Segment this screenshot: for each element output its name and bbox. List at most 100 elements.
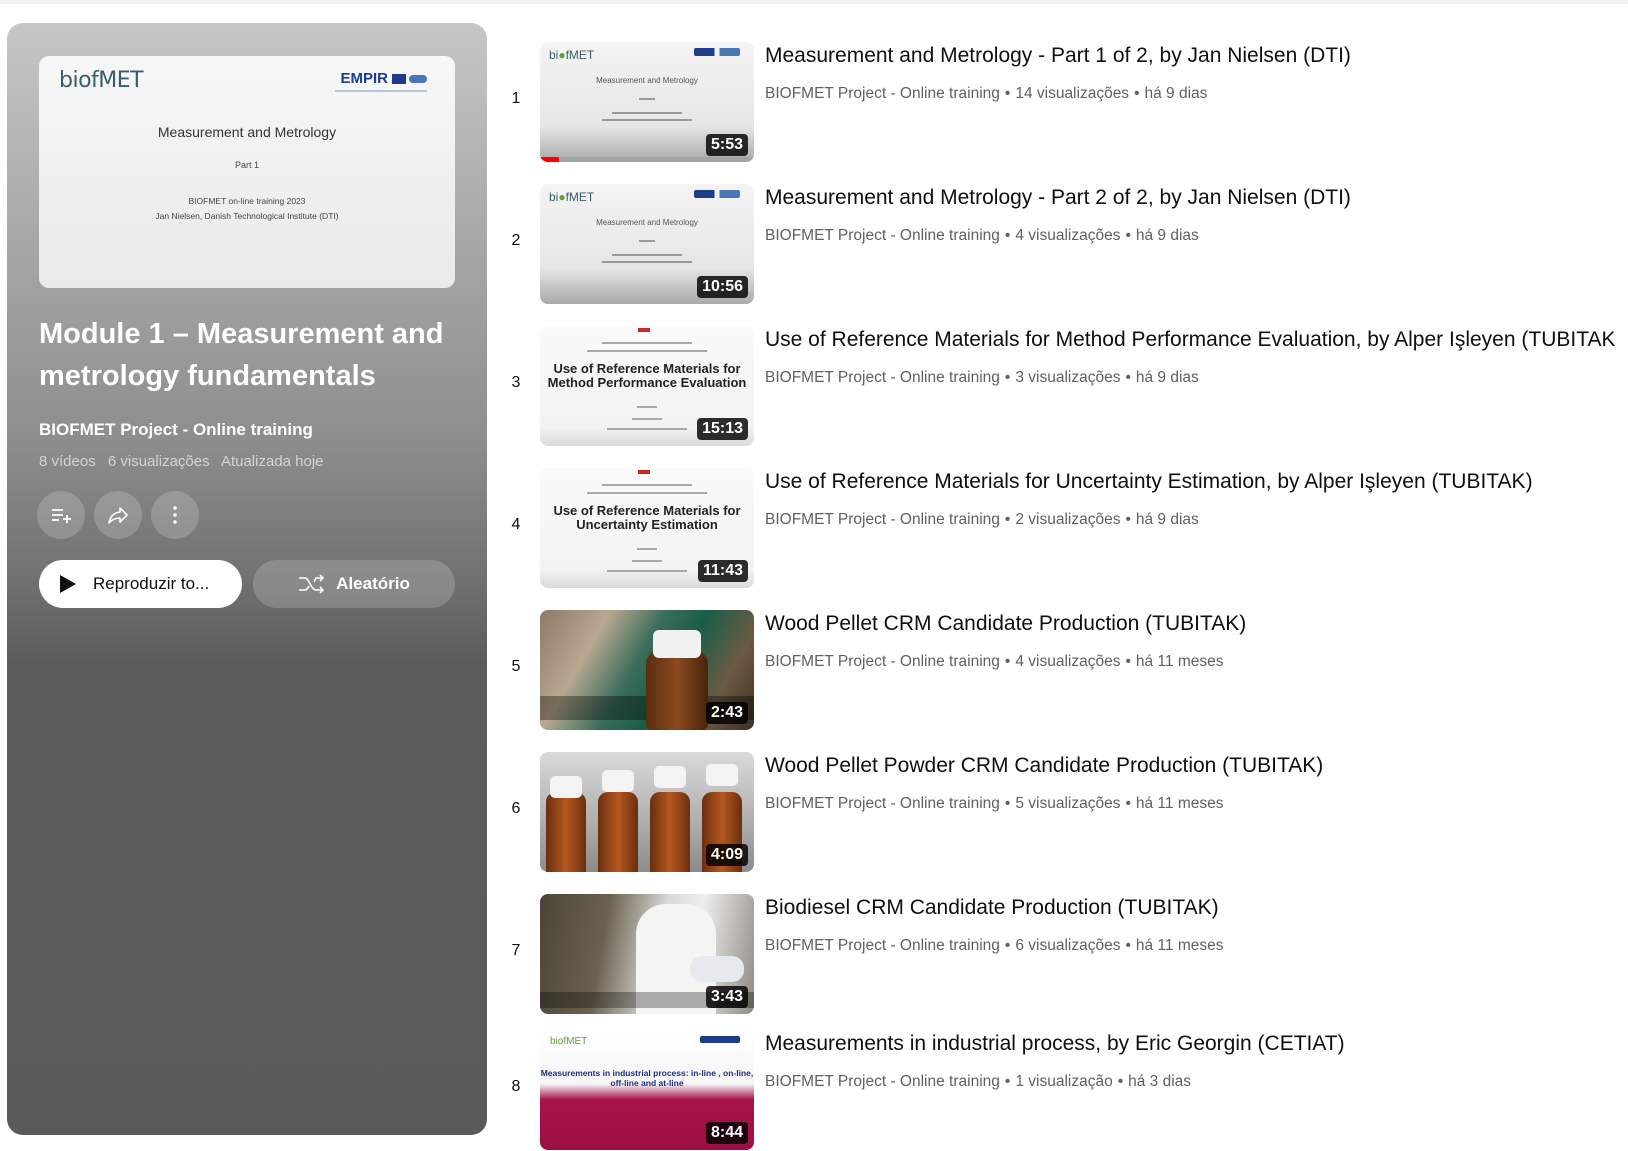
thumb-headline: Use of Reference Materials for Method Pe… <box>547 361 747 390</box>
thumb-headline: Measurements in industrial process: in-l… <box>540 1068 754 1088</box>
thumb-bottle-cap <box>653 630 701 658</box>
playlist-video-item[interactable]: 6 4:09 Wood Pellet Powder CRM Candidate … <box>500 752 1628 874</box>
video-age: há 11 meses <box>1135 795 1224 812</box>
thumb-line <box>587 492 707 494</box>
video-channel[interactable]: BIOFMET Project - Online training <box>765 227 1000 244</box>
playlist-panel: biofMET EMPIR Measurement and Metrology … <box>7 23 487 1135</box>
play-icon <box>60 575 76 593</box>
video-thumbnail[interactable]: bi●fMET Measurement and Metrology 5:53 <box>540 42 754 162</box>
playlist-video-item[interactable]: 1 bi●fMET Measurement and Metrology 5:53… <box>500 42 1628 164</box>
thumb-line <box>587 350 707 352</box>
thumb-bottle <box>646 650 708 730</box>
video-meta: BIOFMET Project - Online training • 4 visu… <box>765 653 1224 670</box>
video-age: há 9 dias <box>1144 85 1208 102</box>
video-thumbnail[interactable]: biofMET Measurements in industrial proce… <box>540 1030 754 1150</box>
play-all-button[interactable]: Reproduzir to... <box>39 560 242 608</box>
thumb-line <box>602 119 692 121</box>
video-channel[interactable]: BIOFMET Project - Online training <box>765 85 1000 102</box>
video-duration: 8:44 <box>705 1122 748 1144</box>
playlist-video-item[interactable]: 2 bi●fMET Measurement and Metrology 10:5… <box>500 184 1628 306</box>
video-meta: BIOFMET Project - Online training • 2 visu… <box>765 511 1199 528</box>
video-channel[interactable]: BIOFMET Project - Online training <box>765 1073 1000 1090</box>
video-title[interactable]: Measurement and Metrology - Part 2 of 2,… <box>765 186 1351 210</box>
thumb-line <box>637 548 657 550</box>
playlist-meta: 8 vídeos 6 visualizações Atualizada hoje <box>39 453 332 470</box>
thumb-line <box>602 261 692 263</box>
thumb-line <box>632 560 662 562</box>
playlist-video-item[interactable]: 8 biofMET Measurements in industrial pro… <box>500 1030 1628 1151</box>
video-meta: BIOFMET Project - Online training • 4 visu… <box>765 227 1199 244</box>
video-views: 5 visualizações <box>1015 795 1121 812</box>
video-age: há 9 dias <box>1135 511 1199 528</box>
watch-progress-fill <box>540 157 560 162</box>
playlist-video-item[interactable]: 7 3:43 Biodiesel CRM Candidate Productio… <box>500 894 1628 1016</box>
video-thumbnail[interactable]: Use of Reference Materials for Uncertain… <box>540 468 754 588</box>
video-channel[interactable]: BIOFMET Project - Online training <box>765 653 1000 670</box>
playlist-owner[interactable]: BIOFMET Project - Online training <box>39 420 313 440</box>
more-actions-button[interactable] <box>151 491 199 539</box>
thumb-line <box>612 254 682 256</box>
video-channel[interactable]: BIOFMET Project - Online training <box>765 937 1000 954</box>
save-playlist-button[interactable] <box>37 491 85 539</box>
video-title[interactable]: Wood Pellet CRM Candidate Production (TU… <box>765 612 1246 636</box>
video-duration: 3:43 <box>705 986 748 1008</box>
playlist-video-item[interactable]: 4 Use of Reference Materials for Uncerta… <box>500 468 1628 590</box>
video-meta: BIOFMET Project - Online training • 1 visu… <box>765 1073 1192 1090</box>
video-views: 4 visualizações <box>1015 653 1121 670</box>
thumb-logo-mark <box>638 328 650 332</box>
video-thumbnail[interactable]: bi●fMET Measurement and Metrology 10:56 <box>540 184 754 304</box>
video-channel[interactable]: BIOFMET Project - Online training <box>765 795 1000 812</box>
video-title[interactable]: Biodiesel CRM Candidate Production (TUBI… <box>765 896 1219 920</box>
thumb-line <box>632 418 662 420</box>
video-title[interactable]: Wood Pellet Powder CRM Candidate Product… <box>765 754 1323 778</box>
thumb-bottle-cap <box>706 764 738 786</box>
playlist-thumbnail[interactable]: biofMET EMPIR Measurement and Metrology … <box>39 56 455 288</box>
video-index: 2 <box>511 232 521 249</box>
video-meta: BIOFMET Project - Online training • 14 vis… <box>765 85 1208 102</box>
biofmet-logo: biofMET <box>59 68 144 93</box>
video-title[interactable]: Measurement and Metrology - Part 1 of 2,… <box>765 44 1351 68</box>
video-thumbnail[interactable]: 2:43 <box>540 610 754 730</box>
play-all-label: Reproduzir to... <box>93 574 210 593</box>
thumb-line <box>639 98 655 100</box>
slide-rule <box>335 90 427 92</box>
thumb-bottle-cap <box>654 766 686 788</box>
video-age: há 11 meses <box>1135 653 1224 670</box>
slide-title: Measurement and Metrology <box>157 124 337 140</box>
video-thumbnail[interactable]: Use of Reference Materials for Method Pe… <box>540 326 754 446</box>
empir-logo <box>694 48 740 56</box>
video-channel[interactable]: BIOFMET Project - Online training <box>765 511 1000 528</box>
thumb-caption: Measurement and Metrology <box>596 76 698 85</box>
share-icon <box>108 507 128 524</box>
video-age: há 9 dias <box>1135 369 1199 386</box>
share-button[interactable] <box>94 491 142 539</box>
video-thumbnail[interactable]: 3:43 <box>540 894 754 1014</box>
video-meta: BIOFMET Project - Online training • 3 visu… <box>765 369 1199 386</box>
thumb-bottle-cap <box>550 776 582 798</box>
thumb-caption: Measurement and Metrology <box>596 218 698 227</box>
video-title[interactable]: Use of Reference Materials for Uncertain… <box>765 470 1533 494</box>
video-duration: 2:43 <box>705 702 748 724</box>
video-title[interactable]: Use of Reference Materials for Method Pe… <box>765 328 1615 352</box>
top-divider <box>0 0 1628 4</box>
playlist-video-item[interactable]: 5 2:43 Wood Pellet CRM Candidate Product… <box>500 610 1628 732</box>
thumb-bottle <box>546 792 586 872</box>
video-index: 3 <box>511 374 521 391</box>
video-title[interactable]: Measurements in industrial process, by E… <box>765 1032 1345 1056</box>
more-vert-icon <box>173 506 177 524</box>
video-count: 8 vídeos <box>39 453 96 470</box>
playlist-video-item[interactable]: 3 Use of Reference Materials for Method … <box>500 326 1628 448</box>
slide-part: Part 1 <box>234 160 259 170</box>
empir-logo: EMPIR <box>340 70 427 87</box>
shuffle-button[interactable]: Aleatório <box>253 560 455 608</box>
video-views: 2 visualizações <box>1015 511 1121 528</box>
thumb-line <box>607 570 687 572</box>
thumb-line <box>602 484 692 486</box>
video-age: há 3 dias <box>1128 1073 1192 1090</box>
video-channel[interactable]: BIOFMET Project - Online training <box>765 369 1000 386</box>
empir-logo <box>700 1036 740 1043</box>
video-index: 1 <box>511 90 521 107</box>
thumb-bottle-cap <box>602 770 634 792</box>
video-thumbnail[interactable]: 4:09 <box>540 752 754 872</box>
slide-line-2: Jan Nielsen, Danish Technological Instit… <box>155 211 339 221</box>
